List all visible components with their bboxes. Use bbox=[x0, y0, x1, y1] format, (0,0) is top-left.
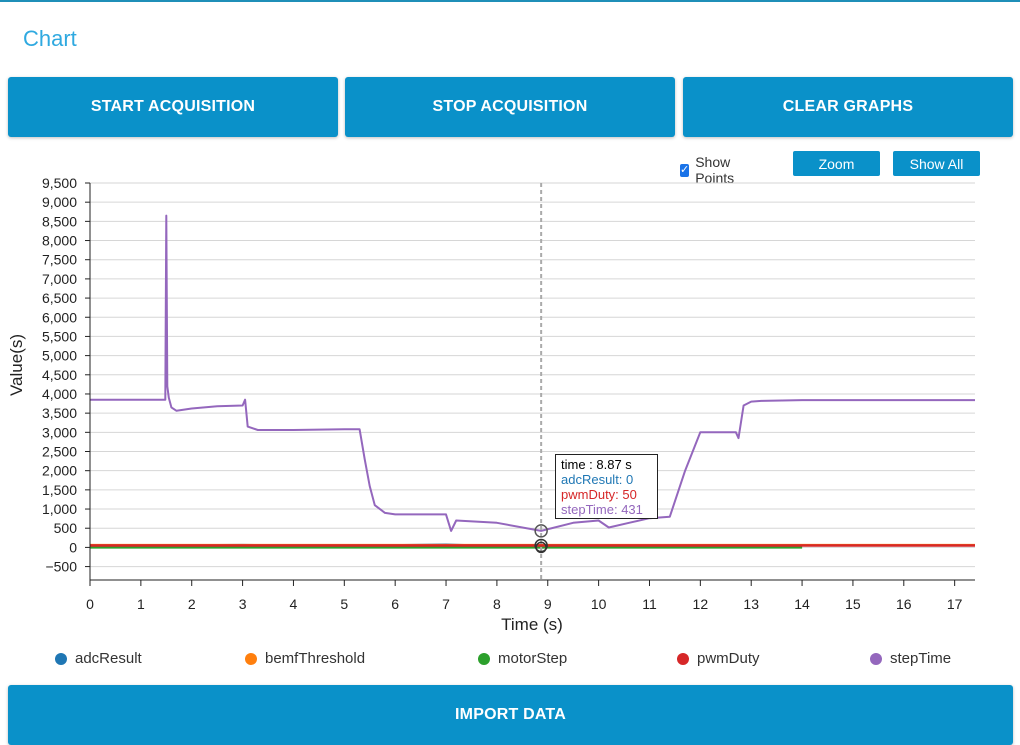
grid-lines bbox=[90, 182, 975, 568]
x-tick-label: 15 bbox=[845, 596, 861, 612]
legend-item-bemfthreshold[interactable]: bemfThreshold bbox=[245, 650, 365, 667]
y-tick-label: 0 bbox=[69, 539, 77, 555]
legend-label: motorStep bbox=[498, 650, 568, 667]
chart-series bbox=[89, 214, 975, 549]
x-tick-label: 16 bbox=[896, 596, 912, 612]
y-tick-label: 8,000 bbox=[42, 233, 77, 249]
y-tick-label: 1,000 bbox=[42, 501, 77, 517]
x-tick-label: 4 bbox=[290, 596, 298, 612]
x-tick-label: 13 bbox=[743, 596, 759, 612]
import-data-button[interactable]: IMPORT DATA bbox=[8, 685, 1013, 745]
y-tick-label: 5,000 bbox=[42, 348, 77, 364]
x-tick-label: 1 bbox=[137, 596, 145, 612]
x-tick-label: 7 bbox=[442, 596, 450, 612]
y-tick-label: 7,500 bbox=[42, 252, 77, 268]
x-tick-label: 11 bbox=[642, 596, 657, 612]
y-tick-label: 8,500 bbox=[42, 213, 77, 229]
y-tick-label: 6,000 bbox=[42, 309, 77, 325]
legend-label: adcResult bbox=[75, 650, 142, 667]
x-tick-label: 8 bbox=[493, 596, 501, 612]
y-tick-label: 1,500 bbox=[42, 482, 77, 498]
y-tick-label: 5,500 bbox=[42, 328, 77, 344]
x-axis-label: Time (s) bbox=[501, 615, 563, 634]
x-axis-ticks: 0 1 2 3 4 5 6 7 8 9 10 11 12 13 14 15 16 17 bbox=[86, 580, 963, 612]
x-tick-label: 3 bbox=[239, 596, 247, 612]
y-axis-label: Value(s) bbox=[7, 334, 26, 396]
data-tooltip: time : 8.87 s adcResult: 0 pwmDuty: 50 s… bbox=[555, 454, 658, 519]
legend-label: stepTime bbox=[890, 650, 952, 667]
line-chart[interactable]: −500 0 500 1,000 1,500 2,000 2,500 3,000 3,500 4,… bbox=[0, 0, 1020, 738]
pwmduty-dot-icon bbox=[677, 652, 689, 665]
x-tick-label: 2 bbox=[188, 596, 196, 612]
series-line-steptime bbox=[90, 214, 975, 532]
y-tick-label: 4,000 bbox=[42, 386, 77, 402]
y-tick-label: 6,500 bbox=[42, 290, 77, 306]
x-tick-label: 5 bbox=[340, 596, 348, 612]
crosshair bbox=[534, 183, 548, 580]
x-tick-label: 6 bbox=[391, 596, 399, 612]
tooltip-steptime: stepTime: 431 bbox=[561, 502, 643, 517]
legend-item-motorstep[interactable]: motorStep bbox=[478, 650, 567, 667]
y-axis-ticks: −500 0 500 1,000 1,500 2,000 2,500 3,000 3,500 4,… bbox=[42, 175, 90, 575]
y-tick-label: 2,500 bbox=[42, 444, 77, 460]
tooltip-time: time : 8.87 s bbox=[561, 457, 632, 472]
legend-item-steptime[interactable]: stepTime bbox=[870, 650, 951, 667]
motorstep-dot-icon bbox=[478, 652, 490, 665]
tooltip-pwmduty: pwmDuty: 50 bbox=[561, 487, 637, 502]
legend-label: pwmDuty bbox=[697, 650, 760, 667]
legend-item-adcresult[interactable]: adcResult bbox=[55, 650, 142, 667]
y-tick-label: 2,000 bbox=[42, 463, 77, 479]
adcresult-dot-icon bbox=[55, 652, 67, 665]
steptime-dot-icon bbox=[870, 652, 882, 665]
x-tick-label: 10 bbox=[591, 596, 607, 612]
x-tick-label: 14 bbox=[794, 596, 810, 612]
y-tick-label: 9,000 bbox=[42, 194, 77, 210]
y-tick-label: −500 bbox=[45, 559, 77, 575]
y-tick-label: 3,500 bbox=[42, 405, 77, 421]
tooltip-adcresult: adcResult: 0 bbox=[561, 472, 634, 487]
chart-legend: adcResult bemfThreshold motorStep pwmDut… bbox=[0, 650, 1020, 670]
legend-label: bemfThreshold bbox=[265, 650, 366, 667]
y-tick-label: 500 bbox=[54, 520, 78, 536]
y-tick-label: 9,500 bbox=[42, 175, 77, 191]
legend-item-pwmduty[interactable]: pwmDuty bbox=[677, 650, 760, 667]
x-tick-label: 0 bbox=[86, 596, 94, 612]
y-tick-label: 7,000 bbox=[42, 271, 77, 287]
x-tick-label: 9 bbox=[544, 596, 552, 612]
x-tick-label: 12 bbox=[693, 596, 709, 612]
x-tick-label: 17 bbox=[947, 596, 963, 612]
y-tick-label: 3,000 bbox=[42, 424, 77, 440]
bemfthreshold-dot-icon bbox=[245, 652, 257, 665]
y-tick-label: 4,500 bbox=[42, 367, 77, 383]
